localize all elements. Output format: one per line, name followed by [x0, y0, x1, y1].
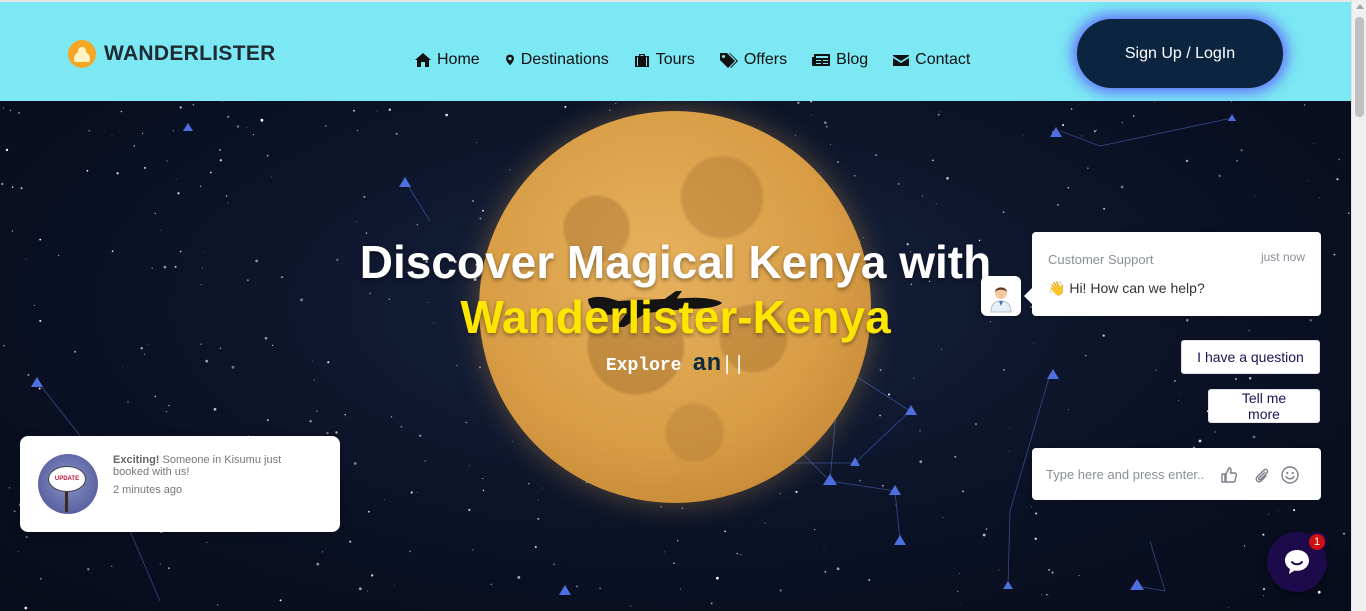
hero-sub-static: Explore [605, 356, 682, 376]
update-sign-text: UPDATE [48, 466, 86, 492]
nav-destinations-label: Destinations [520, 51, 609, 68]
hero-typed-subtitle: Explore an|| [0, 351, 1351, 378]
chat-greeting-message: 👋 Hi! How can we help? [1048, 280, 1205, 297]
envelope-icon [893, 55, 910, 66]
thumbs-up-icon[interactable] [1219, 465, 1239, 485]
chat-message-time: just now [1260, 250, 1305, 264]
quick-reply-more-button[interactable]: Tell me more [1208, 389, 1320, 423]
chat-greeting-text: Hi! How can we help? [1069, 280, 1205, 296]
support-agent-avatar [981, 276, 1021, 316]
quick-reply-question-button[interactable]: I have a question [1181, 340, 1320, 374]
wave-emoji-icon: 👋 [1048, 280, 1066, 296]
site-header: WANDERLISTER Home Destinations Tours Off… [0, 0, 1351, 101]
newspaper-icon [812, 54, 831, 66]
emoji-smile-icon[interactable] [1280, 465, 1300, 485]
nav-blog[interactable]: Blog [811, 51, 868, 69]
typing-caret: || [721, 354, 746, 377]
nav-offers-label: Offers [743, 51, 788, 68]
nav-home[interactable]: Home [414, 51, 480, 69]
nav-tours[interactable]: Tours [633, 51, 695, 69]
logo-text: WANDERLISTER [104, 42, 276, 65]
unread-count-badge: 1 [1307, 532, 1327, 552]
notification-time: 2 minutes ago [113, 484, 183, 496]
notification-label: Exciting! [113, 454, 160, 466]
chat-message-input[interactable] [1046, 463, 1216, 485]
chat-composer [1032, 448, 1321, 500]
nav-destinations[interactable]: Destinations [504, 51, 609, 69]
chat-greeting-bubble: Customer Support just now 👋 Hi! How can … [1024, 232, 1321, 316]
nav-home-label: Home [437, 51, 480, 68]
booking-notification[interactable]: UPDATE Exciting! Someone in Kisumu just … [20, 436, 340, 532]
hero-section: Discover Magical Kenya with Wanderlister… [0, 101, 1351, 611]
agent-avatar-icon [990, 287, 1012, 313]
scrollbar-thumb[interactable] [1355, 17, 1364, 117]
site-logo[interactable]: WANDERLISTER [68, 40, 276, 68]
home-icon [415, 53, 431, 67]
update-sign-stick [65, 492, 68, 512]
nav-offers[interactable]: Offers [719, 51, 787, 69]
scroll-up-arrow-icon[interactable] [1356, 4, 1364, 9]
map-marker-icon [505, 54, 514, 66]
hero-title-line2: Wanderlister-Kenya [460, 291, 891, 343]
notification-message: Exciting! Someone in Kisumu just booked … [113, 454, 313, 478]
nav-contact[interactable]: Contact [892, 51, 970, 69]
main-nav: Home Destinations Tours Offers Blog Cont… [414, 51, 970, 69]
nav-tours-label: Tours [655, 51, 695, 68]
logo-icon [68, 40, 96, 68]
nav-blog-label: Blog [836, 51, 869, 68]
chat-agent-name: Customer Support [1048, 252, 1154, 267]
chat-bubble-icon [1285, 550, 1309, 574]
suitcase-icon [634, 54, 649, 67]
paperclip-icon[interactable] [1251, 465, 1271, 485]
update-sign-image: UPDATE [38, 454, 98, 514]
hero-title-line1: Discover Magical Kenya with [359, 236, 992, 288]
signup-login-button[interactable]: Sign Up / LogIn [1077, 19, 1283, 88]
nav-contact-label: Contact [915, 51, 971, 68]
page-scrollbar[interactable] [1351, 0, 1366, 611]
tags-icon [719, 53, 738, 68]
hero-sub-typed: an [692, 351, 722, 378]
